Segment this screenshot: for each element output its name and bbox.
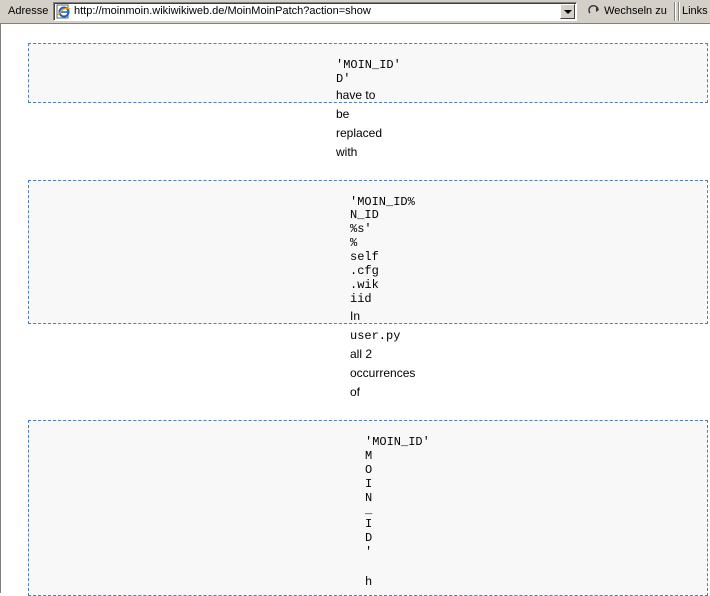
code-line: _ bbox=[365, 503, 373, 517]
text-line: all 2 bbox=[350, 347, 373, 361]
code-line: h bbox=[365, 575, 373, 589]
code-line: D' bbox=[336, 72, 351, 86]
address-toolbar: Adresse http://moinmoin.wikiwikiweb.de/M… bbox=[0, 0, 710, 24]
go-arrow-icon bbox=[588, 4, 599, 14]
code-line: 'MOIN_ID% bbox=[350, 195, 415, 209]
page-content: 'MOIN_ID' D' have to be replaced with 'M… bbox=[0, 24, 710, 596]
code-line: O bbox=[365, 463, 373, 477]
code-line: .cfg bbox=[350, 264, 379, 278]
text-line: of bbox=[350, 385, 361, 399]
code-line: I bbox=[365, 477, 373, 491]
code-line: 'MOIN_ID' bbox=[336, 58, 401, 72]
address-url: http://moinmoin.wikiwikiweb.de/MoinMoinP… bbox=[74, 5, 371, 17]
code-line: iid bbox=[350, 292, 372, 306]
code-line: %s' bbox=[350, 222, 372, 236]
text-line: replaced bbox=[336, 126, 383, 140]
ie-page-icon bbox=[56, 4, 71, 19]
code-line: D bbox=[365, 531, 373, 545]
code-line: .wik bbox=[350, 278, 379, 292]
text-line: with bbox=[336, 145, 358, 159]
go-button[interactable]: Wechseln zu bbox=[584, 2, 667, 21]
code-line: % bbox=[350, 236, 358, 250]
code-line: I bbox=[365, 517, 373, 531]
toolbar-separator bbox=[674, 2, 676, 21]
text-line: be bbox=[336, 107, 350, 121]
toolbar-separator bbox=[678, 2, 680, 21]
address-dropdown-button[interactable] bbox=[560, 4, 575, 19]
code-line: N_ID bbox=[350, 208, 379, 222]
address-label: Adresse bbox=[8, 5, 49, 17]
code-line: self bbox=[350, 250, 379, 264]
code-line: M bbox=[365, 449, 373, 463]
links-button[interactable]: Links bbox=[682, 5, 708, 17]
text-line: In bbox=[350, 309, 361, 323]
address-input[interactable]: http://moinmoin.wikiwikiweb.de/MoinMoinP… bbox=[53, 2, 577, 21]
code-line: 'MOIN_ID' bbox=[365, 435, 430, 449]
code-line: ' bbox=[365, 545, 373, 559]
go-button-label: Wechseln zu bbox=[604, 5, 667, 17]
text-line: occurrences bbox=[350, 366, 416, 380]
text-line: have to bbox=[336, 88, 376, 102]
code-line: user.py bbox=[350, 329, 401, 343]
